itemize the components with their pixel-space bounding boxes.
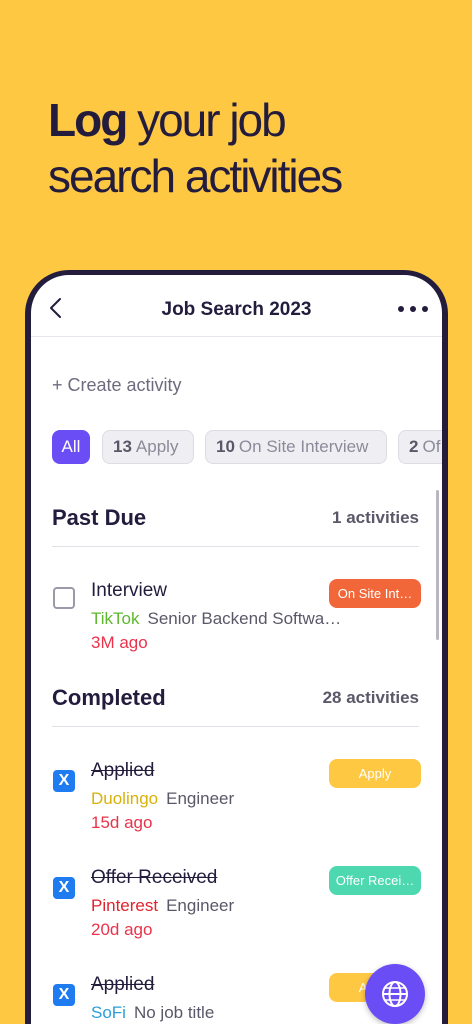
activity-time: 15d ago [91, 813, 153, 832]
company-name: TikTok [91, 609, 140, 628]
divider [52, 546, 419, 547]
chip-offer[interactable]: 2 Of [398, 430, 442, 464]
activity-type-tag: Apply [329, 759, 421, 788]
activity-time: 3M ago [91, 633, 148, 652]
activity-time: 20d ago [91, 920, 153, 939]
activity-subtitle: SoFi No job title [91, 1003, 341, 1023]
activity-item[interactable]: X Applied Duolingo Engineer 15d ago Apply [31, 755, 442, 845]
section-count-completed: 28 activities [322, 688, 419, 707]
activity-item[interactable]: X Offer Received Pinterest Engineer 20d a… [31, 862, 442, 952]
activity-item[interactable]: Interview TikTok Senior Backend Softwa… 3… [31, 575, 442, 665]
job-title: Engineer [166, 896, 235, 915]
create-activity-button[interactable]: + Create activity [52, 375, 182, 396]
section-title-completed: Completed [52, 685, 166, 710]
headline-line1: Log your job [48, 92, 448, 148]
headline: Log your job search activities [48, 92, 448, 204]
activity-subtitle: Pinterest Engineer [91, 896, 341, 916]
company-name: Pinterest [91, 896, 159, 915]
divider [52, 726, 419, 727]
activity-type-tag: On Site Int… [329, 579, 421, 608]
chip-apply[interactable]: 13 Apply [102, 430, 194, 464]
headline-line2: search activities [48, 150, 343, 202]
job-title: No job title [133, 1003, 215, 1022]
globe-fab-button[interactable] [365, 964, 425, 1024]
checkbox-unchecked[interactable] [53, 587, 75, 609]
section-title-past-due: Past Due [52, 505, 147, 530]
company-name: SoFi [91, 1003, 126, 1022]
activity-title: Applied [91, 974, 155, 995]
activity-subtitle: TikTok Senior Backend Softwa… [91, 609, 341, 629]
app-screen: Job Search 2023 + Create activity All 13… [31, 275, 442, 1024]
job-title: Senior Backend Softwa… [147, 609, 342, 628]
activity-subtitle: Duolingo Engineer [91, 789, 341, 809]
phone-frame: Job Search 2023 + Create activity All 13… [25, 270, 448, 1024]
chip-count: 10 [216, 437, 235, 456]
activity-title: Applied [91, 760, 155, 781]
chip-label: All [61, 437, 81, 456]
more-horizontal-icon[interactable] [398, 297, 428, 317]
checkbox-checked[interactable]: X [53, 770, 75, 792]
activity-title: Interview [91, 580, 168, 601]
chip-label: On Site Interview [238, 437, 369, 456]
chip-count: 2 [409, 437, 419, 456]
headline-rest: your job [126, 94, 287, 146]
page-title: Job Search 2023 [161, 299, 312, 320]
headline-bold: Log [48, 94, 128, 146]
chip-on-site-interview[interactable]: 10 On Site Interview [205, 430, 387, 464]
checkbox-checked[interactable]: X [53, 984, 75, 1006]
activity-title: Offer Received [91, 867, 218, 888]
top-bar: Job Search 2023 [31, 275, 442, 337]
chip-label: Apply [135, 437, 179, 456]
globe-icon [382, 981, 408, 1007]
chip-all[interactable]: All [52, 430, 90, 464]
chip-count: 13 [113, 437, 132, 456]
chip-label: Of [422, 437, 441, 456]
job-title: Engineer [166, 789, 235, 808]
activity-type-tag: Offer Recei… [329, 866, 421, 895]
company-name: Duolingo [91, 789, 159, 808]
section-count-past-due: 1 activities [332, 508, 419, 527]
checkbox-checked[interactable]: X [53, 877, 75, 899]
